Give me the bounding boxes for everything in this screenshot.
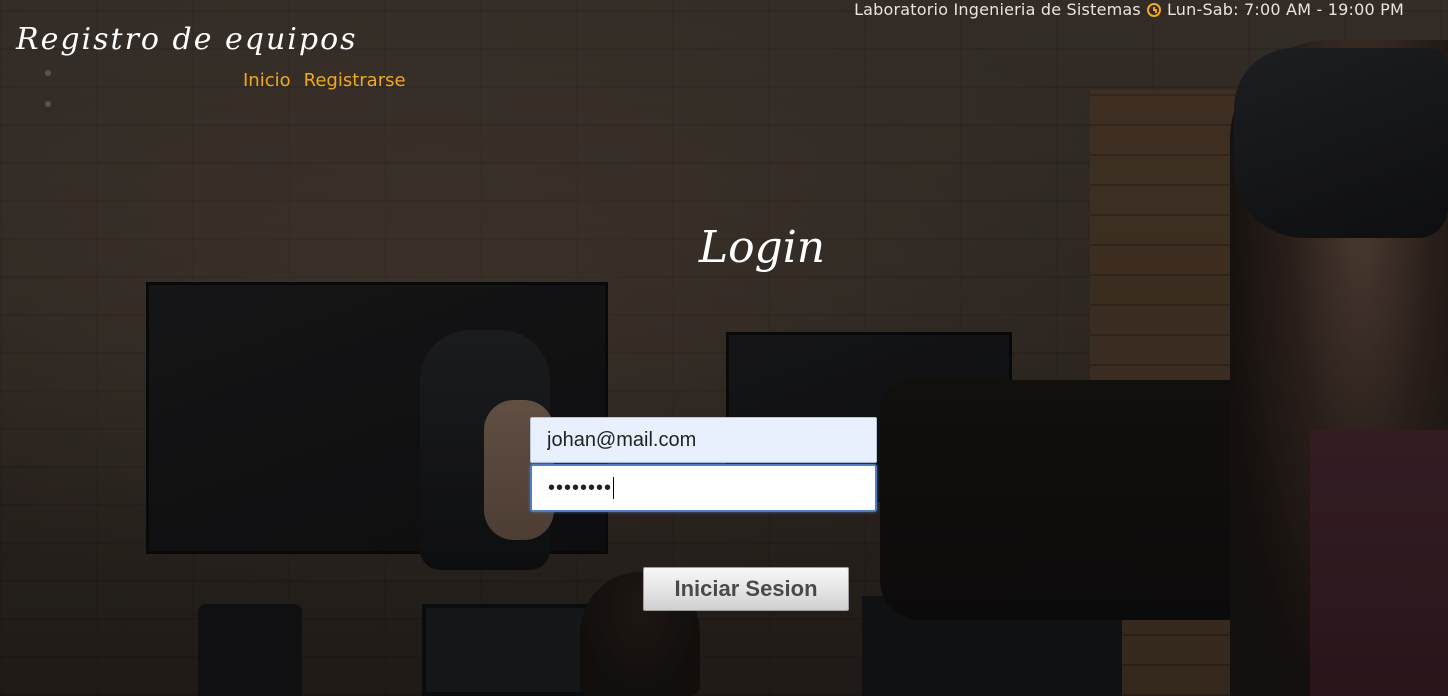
- lab-schedule: Lun-Sab: 7:00 AM - 19:00 PM: [1166, 0, 1404, 19]
- nav-bullet: [45, 101, 51, 107]
- password-field[interactable]: ••••••••: [530, 464, 877, 512]
- email-field[interactable]: [530, 417, 877, 463]
- nav-bullet: [45, 70, 51, 76]
- login-button[interactable]: Iniciar Sesion: [643, 567, 849, 611]
- page: Laboratorio Ingenieria de Sistemas Lun-S…: [0, 0, 1448, 696]
- text-caret: [613, 477, 615, 499]
- lab-info-bar: Laboratorio Ingenieria de Sistemas Lun-S…: [854, 0, 1404, 19]
- lab-name: Laboratorio Ingenieria de Sistemas: [854, 0, 1141, 19]
- main-nav: Inicio Registrarse: [243, 70, 406, 91]
- site-brand[interactable]: Registro de equipos: [16, 22, 358, 57]
- nav-bullets: [45, 70, 51, 132]
- clock-icon: [1146, 2, 1161, 17]
- login-title: Login: [698, 222, 826, 273]
- nav-link-inicio[interactable]: Inicio: [243, 70, 291, 91]
- nav-link-registrarse[interactable]: Registrarse: [304, 70, 406, 91]
- password-masked-value: ••••••••: [548, 476, 613, 499]
